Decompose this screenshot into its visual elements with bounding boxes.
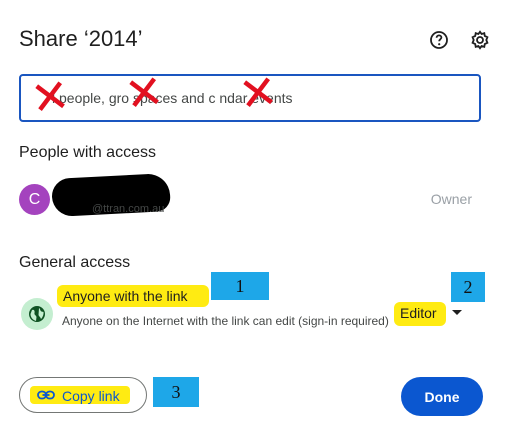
share-dialog: Share ‘2014’ l people, gro spaces and c …: [0, 0, 505, 446]
red-cross-mark: ✕: [121, 63, 168, 123]
add-people-input[interactable]: l people, gro spaces and c ndar events ✕…: [19, 64, 481, 127]
chevron-down-icon[interactable]: [452, 310, 462, 315]
dialog-title: Share ‘2014’: [19, 26, 143, 51]
access-level-dropdown[interactable]: Anyone with the link: [63, 288, 188, 304]
owner-role: Owner: [430, 191, 472, 207]
help-icon[interactable]: [427, 28, 451, 52]
link-icon: [37, 387, 55, 408]
people-heading: People with access: [19, 144, 156, 161]
copy-link-button[interactable]: Copy link: [19, 377, 147, 413]
gear-icon[interactable]: [468, 28, 492, 52]
copy-link-label: Copy link: [62, 388, 120, 404]
globe-icon: [21, 298, 53, 330]
access-description: Anyone on the Internet with the link can…: [62, 314, 389, 328]
avatar: C: [19, 184, 50, 215]
done-button[interactable]: Done: [401, 377, 483, 416]
callout-label: 2: [451, 272, 485, 302]
callout-label: 3: [153, 377, 199, 407]
owner-email: @ttran.com.au: [92, 203, 165, 215]
role-dropdown[interactable]: Editor: [400, 305, 437, 321]
red-cross-mark: ✕: [235, 63, 282, 123]
red-cross-mark: ✕: [27, 67, 74, 127]
general-access-heading: General access: [19, 254, 131, 271]
callout-label: 1: [211, 272, 269, 300]
